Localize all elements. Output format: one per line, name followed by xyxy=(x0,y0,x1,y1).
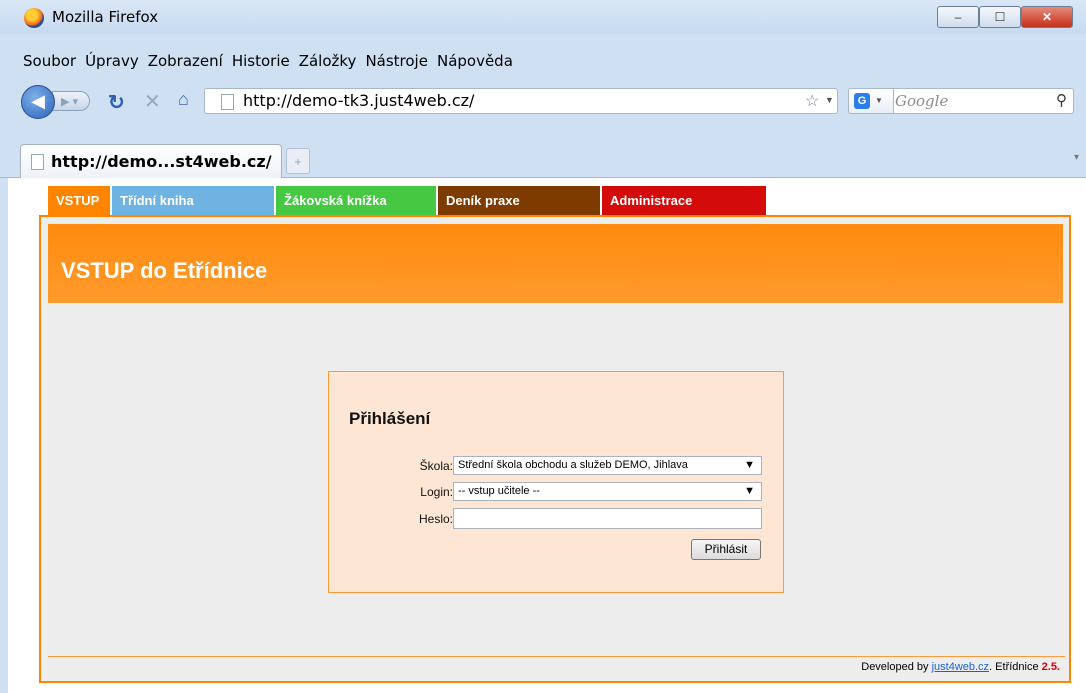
menu-upravy[interactable]: Úpravy xyxy=(85,52,139,70)
footer-divider xyxy=(48,656,1065,657)
menu-bar: Soubor Úpravy Zobrazení Historie Záložky Nást… xyxy=(0,52,1086,78)
menu-zalozky[interactable]: Záložky xyxy=(299,52,357,70)
password-field[interactable] xyxy=(453,508,762,529)
school-select-value: Střední škola obchodu a služeb DEMO, Jih… xyxy=(458,459,688,471)
minimize-button[interactable]: – xyxy=(937,6,979,28)
tab-label: http://demo...st4web.cz/ xyxy=(51,152,272,171)
menu-historie[interactable]: Historie xyxy=(232,52,290,70)
bookmark-star-icon[interactable]: ☆ xyxy=(805,91,819,111)
school-select[interactable]: Střední škola obchodu a služeb DEMO, Jih… xyxy=(453,456,762,475)
footer: Developed by just4web.cz. Etřídnice 2.5. xyxy=(861,661,1060,673)
nav-tab-tridni-kniha[interactable]: Třídní kniha xyxy=(112,186,274,216)
chevron-down-icon: ▼ xyxy=(744,485,755,497)
menu-zobrazeni[interactable]: Zobrazení xyxy=(148,52,223,70)
login-button[interactable]: Přihlásit xyxy=(691,539,761,560)
maximize-button[interactable]: ☐ xyxy=(979,6,1021,28)
close-button[interactable]: ✕ xyxy=(1021,6,1073,28)
page-icon xyxy=(221,94,234,110)
arrow-left-icon: ◀ xyxy=(31,91,45,111)
url-dropdown-icon[interactable]: ▼ xyxy=(825,95,834,105)
title-bar: Mozilla Firefox – ☐ ✕ xyxy=(0,0,1086,34)
nav-tab-administrace[interactable]: Administrace xyxy=(602,186,766,216)
password-label: Heslo: xyxy=(418,512,453,526)
menu-napoveda[interactable]: Nápověda xyxy=(437,52,513,70)
back-button[interactable]: ◀ xyxy=(21,85,55,119)
login-select[interactable]: -- vstup učitele -- ▼ xyxy=(453,482,762,501)
browser-chrome: Mozilla Firefox – ☐ ✕ Soubor Úpravy Zobraz… xyxy=(0,0,1086,178)
forward-button[interactable]: ▶ ▾ xyxy=(52,91,90,111)
footer-suffix: . Etřídnice xyxy=(989,661,1042,673)
page-banner: VSTUP do Etřídnice xyxy=(48,224,1063,303)
window-title: Mozilla Firefox xyxy=(52,8,159,26)
search-input[interactable]: Google ⚲ xyxy=(893,88,1074,114)
footer-prefix: Developed by xyxy=(861,661,932,673)
search-engine-selector[interactable]: G ▼ xyxy=(848,88,894,114)
new-tab-button[interactable]: + xyxy=(286,148,310,174)
chevron-down-icon: ▼ xyxy=(744,459,755,471)
stop-icon[interactable]: ✕ xyxy=(144,89,161,114)
url-bar[interactable]: http://demo-tk3.just4web.cz/ ☆ ▼ xyxy=(204,88,838,114)
login-form: Přihlášení Škola: Střední škola obchodu … xyxy=(328,371,784,593)
window-left-border xyxy=(0,178,8,693)
login-label: Login: xyxy=(420,485,453,499)
page-icon xyxy=(31,154,44,170)
firefox-logo-icon xyxy=(24,8,44,28)
browser-tab[interactable]: http://demo...st4web.cz/ xyxy=(20,144,282,178)
version-label: 2.5. xyxy=(1041,661,1060,673)
tab-list-icon[interactable]: ▾ xyxy=(1074,152,1079,163)
navigation-toolbar: ▶ ▾ ◀ ↻ ✕ ⌂ http://demo-tk3.just4web.cz/… xyxy=(0,80,1086,122)
nav-tab-vstup[interactable]: VSTUP xyxy=(48,186,110,216)
login-title: Přihlášení xyxy=(349,409,431,428)
chevron-down-icon: ▼ xyxy=(875,96,883,105)
menu-soubor[interactable]: Soubor xyxy=(23,52,76,70)
reload-icon[interactable]: ↻ xyxy=(108,90,125,115)
google-icon: G xyxy=(854,93,870,109)
nav-tab-zakovska-knizka[interactable]: Žákovská knížka xyxy=(276,186,436,216)
search-placeholder: Google xyxy=(895,92,949,110)
page-title: VSTUP do Etřídnice xyxy=(61,258,268,283)
footer-link[interactable]: just4web.cz xyxy=(932,661,989,673)
school-label: Škola: xyxy=(419,459,453,473)
home-icon[interactable]: ⌂ xyxy=(178,89,189,110)
login-select-value: -- vstup učitele -- xyxy=(458,485,540,497)
tab-strip: http://demo...st4web.cz/ + ▾ xyxy=(0,142,1086,178)
nav-tab-denik-praxe[interactable]: Deník praxe xyxy=(438,186,600,216)
url-text[interactable]: http://demo-tk3.just4web.cz/ xyxy=(243,91,474,110)
search-icon[interactable]: ⚲ xyxy=(1056,91,1067,109)
content-panel: VSTUP do Etřídnice Přihlášení Škola: Stř… xyxy=(39,215,1071,683)
menu-nastroje[interactable]: Nástroje xyxy=(365,52,428,70)
